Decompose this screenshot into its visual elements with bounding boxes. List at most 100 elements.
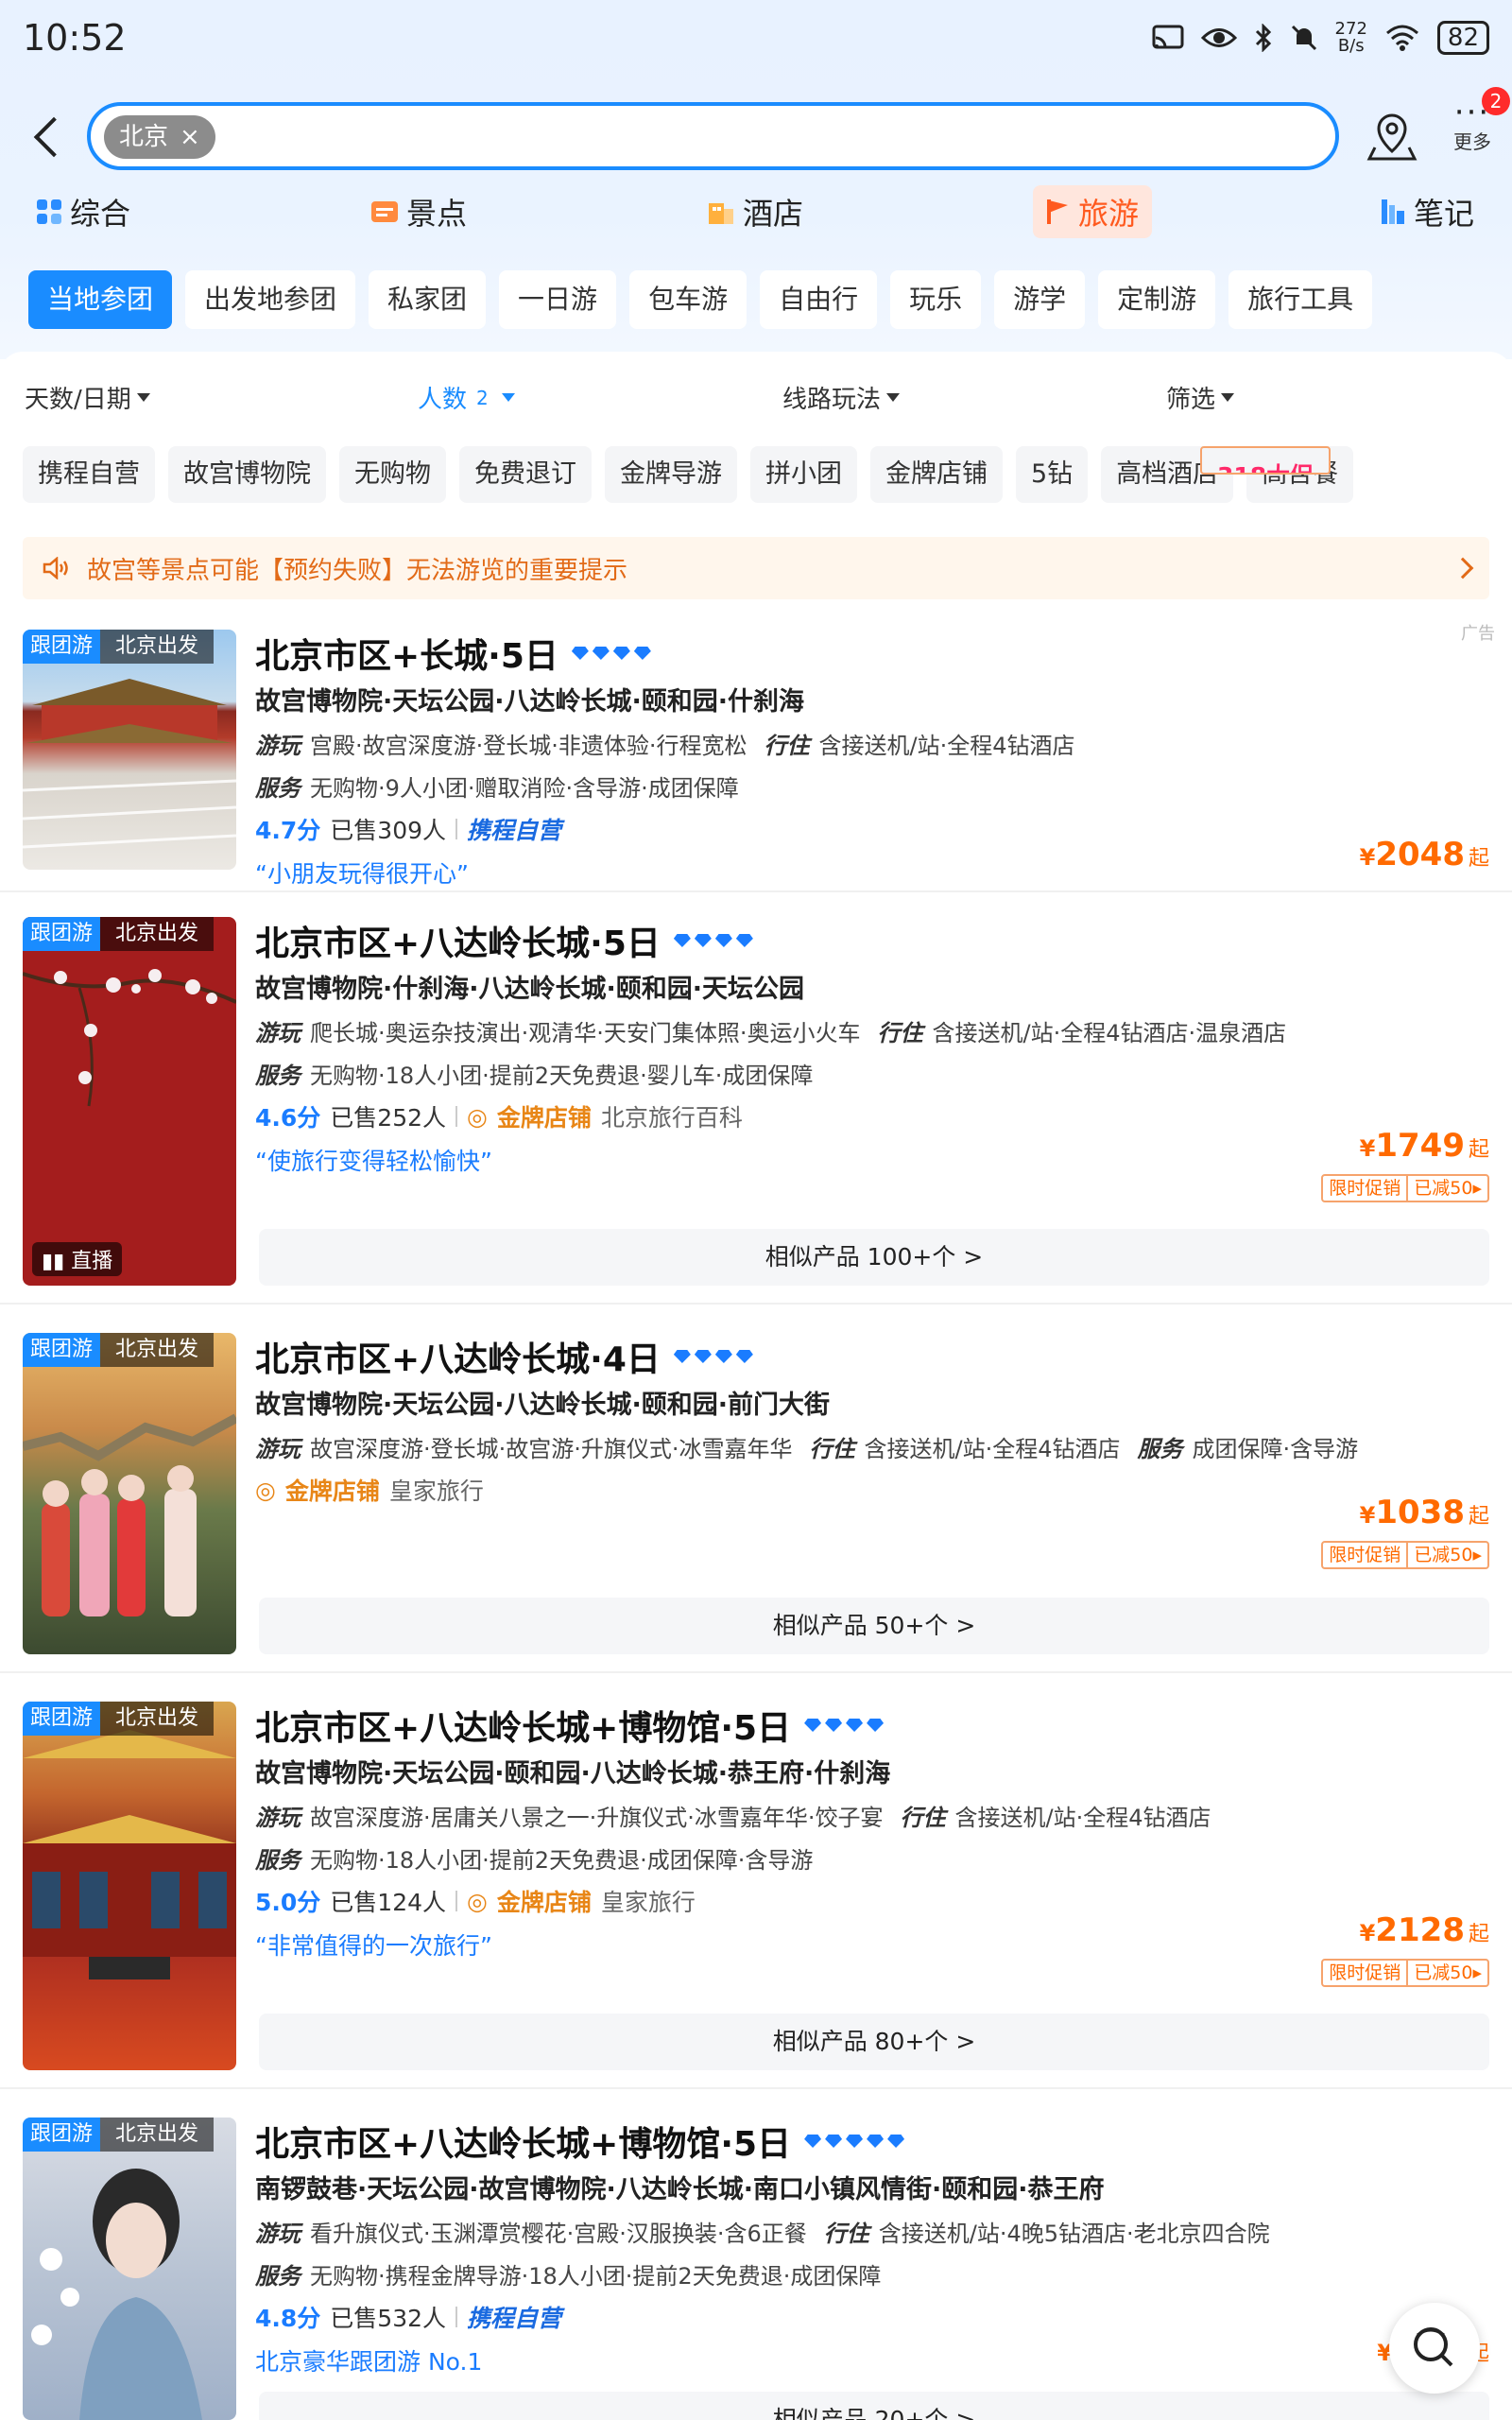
search-input[interactable]: 北京 ×: [87, 102, 1339, 170]
diamond-rating-icon: [571, 647, 651, 660]
product-title-text: 北京市区+八达岭长城+博物馆·5日: [255, 2125, 792, 2164]
product-info: 北京市区+八达岭长城·5日 故宫博物院·什刹海·八达岭长城·颐和园·天坛公园 游…: [255, 917, 1493, 1177]
quick-tag[interactable]: 金牌导游: [605, 446, 737, 503]
product-card[interactable]: 跟团游 北京出发 北京市区+八达岭长城+博物馆·5日 故宫博物院·天坛公园·颐和园…: [0, 1702, 1512, 2089]
notice-banner[interactable]: 故宫等景点可能【预约失败】无法游览的重要提示: [23, 537, 1489, 599]
subtab-day-trip[interactable]: 一日游: [499, 270, 617, 329]
play-label: 游玩: [255, 2221, 301, 2247]
currency-symbol: ¥: [1359, 1135, 1376, 1162]
tab-hotels[interactable]: 酒店: [707, 185, 803, 238]
product-price: ¥1749 起: [1360, 1127, 1489, 1165]
quick-tag[interactable]: 5钻: [1016, 446, 1089, 503]
product-service-line: 服务 无购物·18人小团·提前2天免费退·婴儿车·成团保障: [255, 1057, 1493, 1090]
chevron-right-icon: [1452, 557, 1474, 579]
filter-route[interactable]: 线路玩法: [782, 380, 901, 415]
dropdown-arrow-icon: [1221, 393, 1235, 402]
product-card[interactable]: 跟团游 北京出发 ▮▮ 直播 北京市区+八达岭长城·5日 故宫博物院·什刹海·八达…: [0, 917, 1512, 1305]
price-suffix: 起: [1468, 847, 1489, 871]
blossom-illustration: [23, 969, 236, 1107]
quick-tag[interactable]: 携程自营: [23, 446, 155, 503]
stay-label: 行住: [764, 733, 810, 759]
product-play-line: 游玩 故宫深度游·居庸关八景之一·升旗仪式·冰雪嘉年华·饺子宴 行住 含接送机/站·全…: [255, 1799, 1493, 1832]
top-header: 10:52 272 B/s 82 北京 × ··· 更多 2 综合 景点 酒店 …: [0, 0, 1512, 359]
stay-label: 行住: [823, 2221, 869, 2247]
promo-tag: 限时促销 已减50▸: [1321, 1541, 1489, 1569]
quick-tag[interactable]: 无购物: [339, 446, 446, 503]
similar-products-button[interactable]: 相似产品 50+个 >: [259, 1598, 1489, 1654]
subtab-study-tour[interactable]: 游学: [994, 270, 1086, 329]
filter-days[interactable]: 天数/日期: [25, 380, 150, 415]
subtab-local-group[interactable]: 当地参团: [28, 270, 173, 329]
rating-score: 4.8分: [255, 2305, 321, 2332]
similar-products-button[interactable]: 相似产品 80+个 >: [259, 2014, 1489, 2070]
cast-icon: [1152, 25, 1184, 49]
shop-name[interactable]: 皇家旅行: [389, 1473, 484, 1507]
filter-bar: 天数/日期 人数 2 线路玩法 筛选: [0, 380, 1512, 427]
quick-tag-promo[interactable]: 318大促: [1200, 446, 1332, 475]
product-title: 北京市区+八达岭长城+博物馆·5日: [255, 1702, 1493, 1749]
quick-tag[interactable]: 免费退订: [459, 446, 592, 503]
tab-notes[interactable]: 笔记: [1380, 185, 1474, 238]
product-card[interactable]: 跟团游 北京出发 北京市区+八达岭长城+博物馆·5日 南锣鼓巷·天坛公园·故宫博物…: [0, 2118, 1512, 2420]
search-chip[interactable]: 北京 ×: [104, 115, 215, 159]
back-icon[interactable]: [28, 108, 66, 164]
shop-name[interactable]: 北京旅行百科: [601, 1099, 743, 1133]
ctrip-self-badge: 携程自营: [467, 2305, 562, 2332]
tab-overview-label: 综合: [70, 196, 131, 232]
status-bar: 10:52 272 B/s 82: [0, 0, 1512, 76]
price-suffix: 起: [1468, 1138, 1489, 1162]
product-info: 北京市区+长城·5日 故宫博物院·天坛公园·八达岭长城·颐和园·什刹海 游玩 宫殿…: [255, 630, 1493, 890]
product-title-text: 北京市区+长城·5日: [255, 637, 558, 676]
chip-close-icon[interactable]: ×: [180, 115, 200, 159]
gold-shop-badge: 金牌店铺: [496, 1889, 592, 1916]
live-badge[interactable]: ▮▮ 直播: [32, 1242, 123, 1276]
bluetooth-icon: [1255, 24, 1271, 52]
palace-illustration: [23, 679, 236, 849]
promo-discount: 已减50▸: [1406, 1961, 1487, 1985]
sold-count: 已售309人: [330, 817, 447, 844]
product-title: 北京市区+八达岭长城+博物馆·5日: [255, 2118, 1493, 2165]
rating-score: 4.6分: [255, 1104, 321, 1132]
tab-attractions[interactable]: 景点: [370, 185, 467, 238]
category-tabs: 综合 景点 酒店 旅游 笔记: [0, 185, 1512, 242]
subtab-departure-group[interactable]: 出发地参团: [185, 270, 356, 329]
quick-tag[interactable]: 金牌店铺: [870, 446, 1003, 503]
quick-tag[interactable]: 故宫博物院: [168, 446, 326, 503]
tab-travel[interactable]: 旅游: [1033, 185, 1153, 238]
currency-symbol: ¥: [1359, 1920, 1376, 1946]
product-image: 跟团游 北京出发: [23, 630, 236, 870]
subtab-fun[interactable]: 玩乐: [890, 270, 982, 329]
subtab-private-group[interactable]: 私家团: [369, 270, 487, 329]
product-spots: 故宫博物院·什刹海·八达岭长城·颐和园·天坛公园: [255, 975, 805, 1004]
tab-attractions-label: 景点: [406, 196, 468, 232]
tag-origin: 北京出发: [100, 630, 215, 664]
quick-tag[interactable]: 拼小团: [750, 446, 857, 503]
stay-text: 含接送机/站·全程4钻酒店: [954, 1805, 1211, 1831]
live-label: 直播: [71, 1250, 113, 1273]
shop-name[interactable]: 皇家旅行: [601, 1884, 696, 1918]
subtab-travel-tools[interactable]: 旅行工具: [1228, 270, 1373, 329]
subtab-charter-car[interactable]: 包车游: [629, 270, 747, 329]
filter-people-count: 2: [476, 386, 489, 409]
ctrip-self-badge: 携程自营: [467, 817, 562, 844]
tab-notes-label: 笔记: [1414, 196, 1475, 232]
subtab-independent[interactable]: 自由行: [760, 270, 878, 329]
filter-screen[interactable]: 筛选: [1166, 380, 1235, 415]
subtab-custom-tour[interactable]: 定制游: [1098, 270, 1216, 329]
product-review-quote: “小朋友玩得很开心”: [255, 860, 469, 888]
product-title-text: 北京市区+八达岭长城·5日: [255, 925, 661, 963]
service-text: 无购物·18人小团·提前2天免费退·成团保障·含导游: [310, 1847, 814, 1874]
tab-overview[interactable]: 综合: [36, 185, 130, 238]
similar-products-button[interactable]: 相似产品 100+个 >: [259, 1229, 1489, 1286]
search-chip-label: 北京: [119, 123, 169, 151]
promo-discount: 已减50▸: [1406, 1543, 1487, 1567]
product-tags: 跟团游 北京出发: [23, 2118, 215, 2152]
product-card[interactable]: 跟团游 北京出发 北京市区+八达岭长城·4日 故宫博物院·天坛公园·八达岭长城·颐…: [0, 1333, 1512, 1673]
tab-travel-label: 旅游: [1078, 196, 1140, 232]
divider: [0, 2087, 1512, 2089]
filter-people[interactable]: 人数 2: [418, 380, 515, 415]
product-card[interactable]: 跟团游 北京出发 北京市区+长城·5日 故宫博物院·天坛公园·八达岭长城·颐和园·…: [0, 630, 1512, 892]
similar-products-button[interactable]: 相似产品 20+个 >: [259, 2392, 1489, 2420]
map-location-icon[interactable]: [1366, 110, 1418, 163]
assistant-float-button[interactable]: [1389, 2303, 1480, 2394]
